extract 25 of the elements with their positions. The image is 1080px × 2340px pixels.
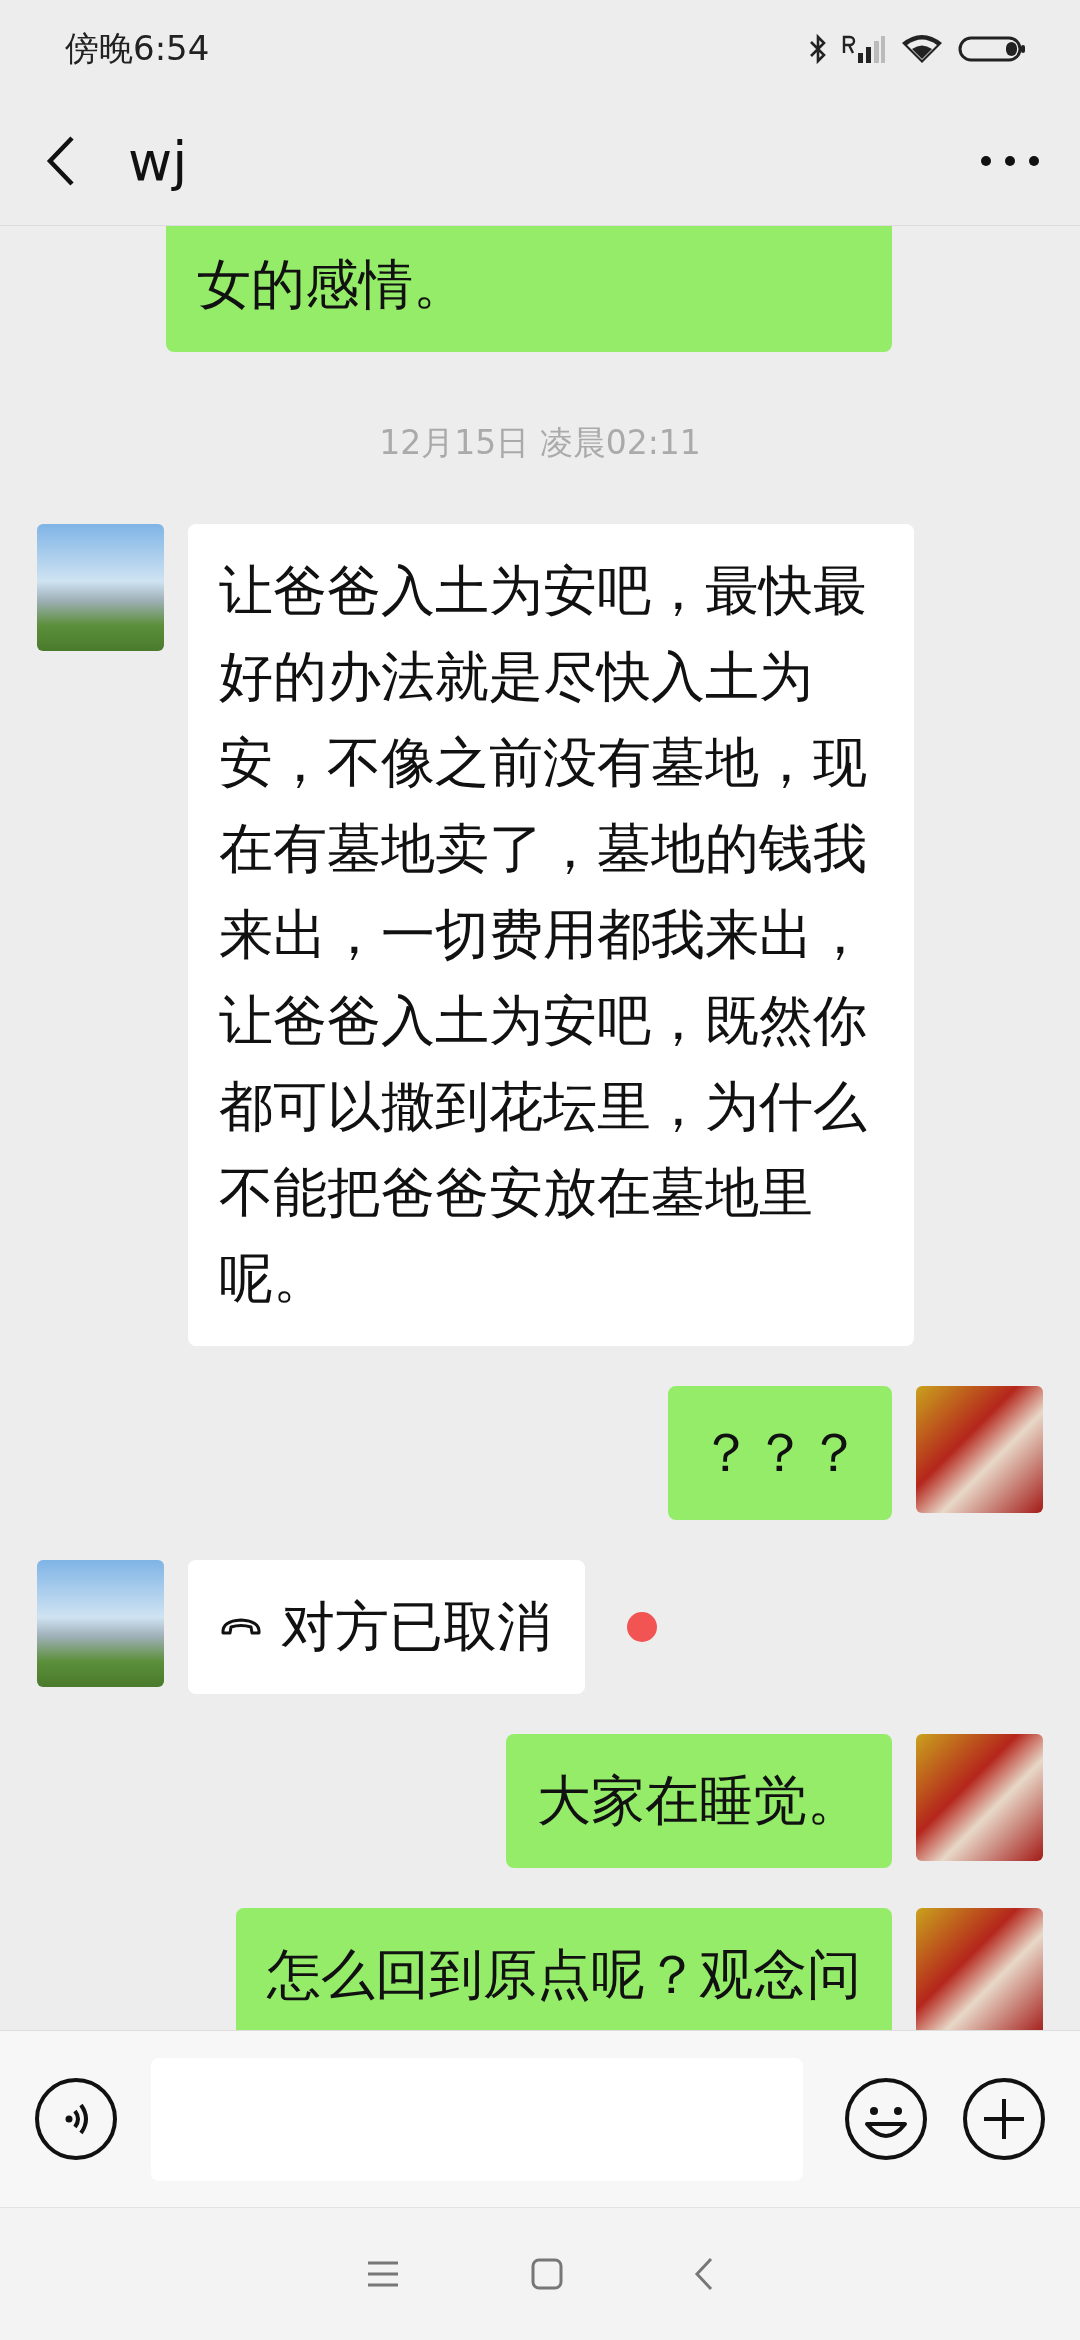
chat-title: wj xyxy=(128,129,189,193)
call-bubble[interactable]: 对方已取消 xyxy=(188,1560,585,1694)
message-bubble: 让爸爸入土为安吧，最快最好的办法就是尽快入土为安，不像之前没有墓地，现在有墓地卖了，墓地的钱我来出，一切费用都我来出，让爸爸入土为安吧，既然你都可以撒到花坛里，为什么不能把爸爸安放在墓地里呢。 xyxy=(188,524,915,1346)
back-icon[interactable] xyxy=(46,135,76,187)
more-icon[interactable] xyxy=(980,155,1040,167)
avatar-photo-placeholder[interactable] xyxy=(37,1560,164,1687)
message-bubble: 怎么回到原点呢？观念问 xyxy=(236,1908,892,2030)
menu-icon[interactable] xyxy=(365,2260,400,2288)
status-time: 傍晚6:54 xyxy=(65,26,210,70)
message-bubble: ？？？ xyxy=(668,1386,892,1520)
bluetooth-icon xyxy=(808,32,828,65)
avatar-photo-placeholder[interactable] xyxy=(916,1386,1043,1513)
emoji-icon[interactable] xyxy=(843,2076,929,2162)
back-nav-icon[interactable] xyxy=(694,2257,715,2291)
avatar-photo-placeholder[interactable] xyxy=(916,1908,1043,2030)
message-bubble: 大家在睡觉。 xyxy=(506,1734,892,1868)
timestamp: 12月15日 凌晨02:11 xyxy=(379,422,701,464)
voice-icon[interactable] xyxy=(33,2076,119,2162)
plus-icon[interactable] xyxy=(961,2076,1047,2162)
call-status-text: 对方已取消 xyxy=(281,1594,551,1660)
avatar-photo-placeholder[interactable] xyxy=(37,524,164,651)
wifi-icon xyxy=(900,32,944,65)
home-icon[interactable] xyxy=(531,2258,563,2290)
avatar-photo-placeholder[interactable] xyxy=(916,1734,1043,1861)
message-bubble: 女的感情。 xyxy=(165,226,892,352)
